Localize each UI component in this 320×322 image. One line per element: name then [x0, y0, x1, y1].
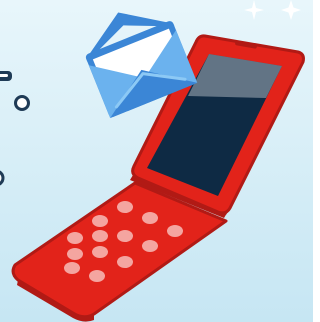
decorative-ring-icon-partial: [0, 170, 5, 186]
decorative-dash-icon: [0, 71, 12, 81]
decorative-ring-icon: [14, 95, 30, 111]
illustration-scene: [0, 0, 313, 322]
flip-phone-illustration: [0, 0, 313, 322]
